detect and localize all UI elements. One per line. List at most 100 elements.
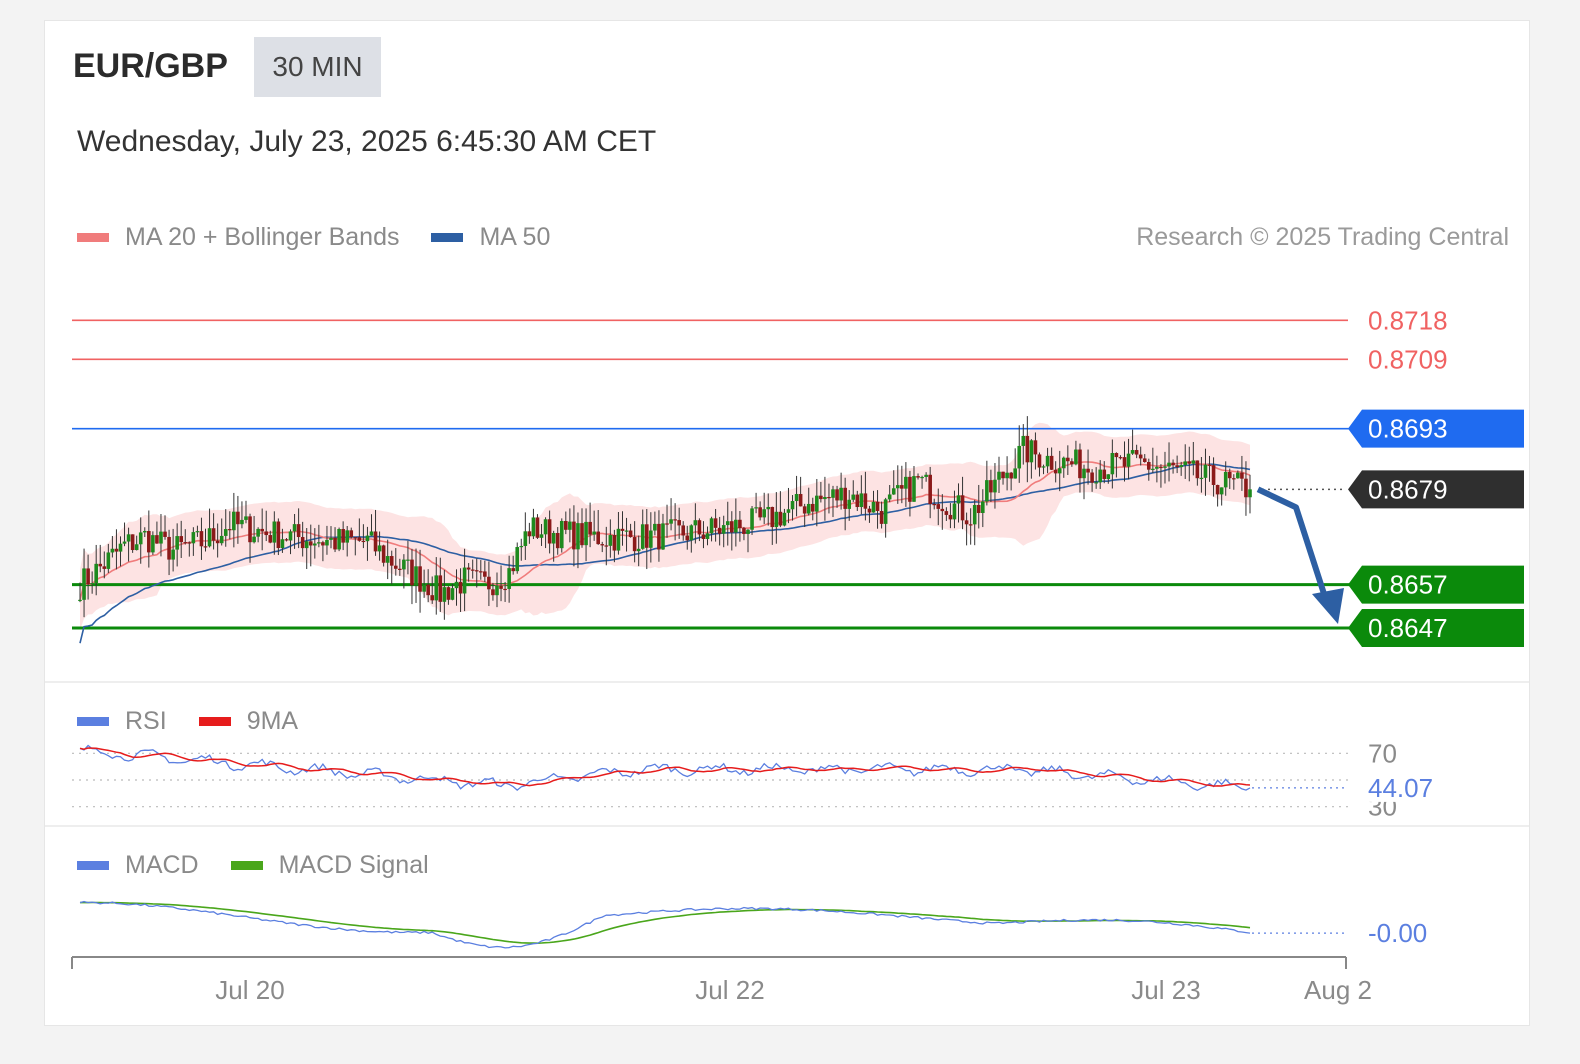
candle-body [790,501,795,510]
candle-body [106,552,111,569]
candle-body [179,536,184,543]
candle-body [1090,472,1094,483]
candle-body [1122,457,1127,467]
candle-body [183,542,188,544]
candle-body [345,530,349,543]
candle-body [1199,477,1204,480]
candle-body [1013,468,1017,479]
candle-body [252,536,256,543]
candle-body [313,543,317,546]
candle-body [863,493,868,509]
candle-body [568,521,572,530]
candle-body [685,535,690,541]
candle-body [389,556,394,566]
candle-body [912,476,916,502]
candle-body [640,524,645,549]
candle-body [155,535,159,544]
candle-body [539,534,544,538]
candle-body [280,539,285,549]
candle-body [806,503,811,514]
candle-body [219,535,224,544]
rsi-last-value: 44.07 [1368,773,1433,803]
candle-body [232,511,236,531]
candle-body [296,524,301,538]
candle-body [1219,487,1224,495]
candle-body [373,531,378,552]
candle-body [446,587,451,600]
candle-body [118,543,123,552]
candle-body [1138,454,1143,459]
macd-line [79,900,1251,949]
candle-body [932,503,937,506]
level-label-support: 0.8657 [1368,570,1448,600]
candle-body [134,544,139,551]
candle-body [86,568,90,585]
candle-body [1086,468,1090,473]
forecast-arrow-head [1312,588,1344,624]
candle-body [717,527,722,534]
candle-body [1029,440,1034,463]
price-chart-svg[interactable]: 0.8718 0.8709 0.8693 0.8679 0.8657 0.8647 7030… [0,0,1580,1064]
candle-body [98,563,103,567]
candle-body [503,588,507,591]
candle-body [78,599,82,602]
candle-body [531,517,536,537]
candle-body [1070,461,1074,465]
candle-body [377,545,382,552]
candle-body [1094,482,1098,484]
candle-body [620,528,625,531]
candle-body [292,524,297,532]
candle-body [1045,455,1050,467]
candle-body [669,519,673,524]
candle-body [794,494,799,502]
candle-body [406,559,410,561]
candle-body [551,532,556,544]
time-axis: Jul 20 Jul 22 Jul 23 Aug 2 [71,956,1372,1005]
candle-body [989,480,993,493]
candle-body [1211,465,1216,485]
candle-body [1057,468,1062,474]
candle-body [1227,471,1232,479]
candle-body [418,566,422,592]
candle-body [369,531,374,536]
candle-body [810,503,815,512]
candle-body [758,507,762,518]
candle-body [175,536,179,550]
candle-body [187,542,192,544]
candle-body [434,575,439,601]
candle-body [936,504,941,509]
candle-body [353,537,358,539]
candle-body [588,521,592,535]
candle-body [1061,457,1066,469]
candle-body [142,530,147,533]
candle-body [636,548,641,552]
candle-body [859,493,864,508]
candle-body [1033,440,1038,455]
candle-body [207,528,212,547]
candle-body [738,519,742,529]
candle-body [1114,452,1119,458]
candle-body [130,534,135,551]
candle-body [1078,449,1082,479]
price-panel: 0.8718 0.8709 0.8693 0.8679 0.8657 0.8647 [72,305,1524,647]
candle-body [1009,472,1013,479]
candle-body [649,530,653,548]
candle-body [260,528,264,532]
level-label-resistance: 0.8718 [1368,305,1448,335]
candle-body [653,523,657,531]
candle-body [357,537,362,541]
candle-body [402,559,406,570]
candle-body [393,565,398,569]
candle-body [163,531,167,537]
candle-body [851,494,856,500]
candle-body [1102,469,1107,479]
candle-body [442,587,447,602]
candle-body [887,494,892,500]
candle-body [495,585,499,596]
candle-body [1106,474,1111,479]
candle-body [82,568,86,600]
candle-body [661,523,665,550]
candle-body [762,509,766,518]
candle-body [519,545,524,548]
candle-body [466,567,471,570]
